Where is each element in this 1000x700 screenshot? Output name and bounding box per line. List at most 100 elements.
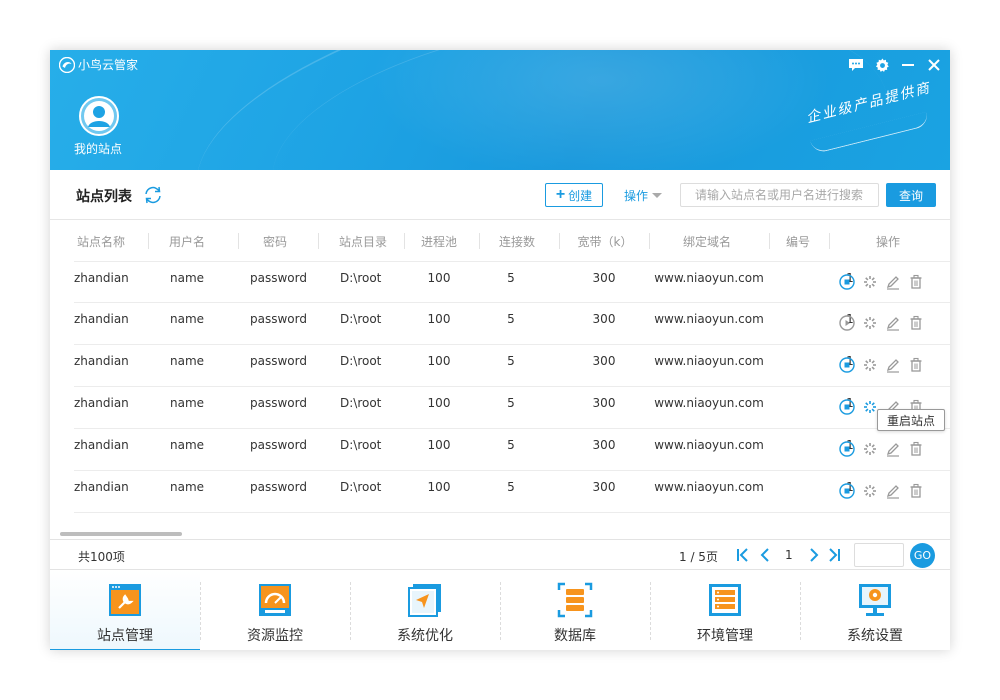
row-actions [839, 357, 924, 373]
prev-page-icon[interactable] [758, 547, 772, 563]
cell-domain: www.niaoyun.com [654, 438, 764, 452]
page-info: 1 / 5页 [679, 550, 718, 564]
create-button-label: 创建 [568, 188, 593, 203]
cell-conn: 5 [507, 480, 515, 494]
restart-icon[interactable] [862, 357, 878, 373]
gear-icon[interactable] [872, 56, 892, 74]
chat-icon[interactable] [846, 56, 866, 74]
nav-label: 数据库 [554, 628, 596, 644]
cell-pool: 100 [427, 271, 451, 285]
cell-site: zhandian [74, 271, 129, 285]
column-header: 站点目录 [338, 235, 387, 249]
cell-bw: 300 [592, 271, 616, 285]
table-row[interactable]: zhandian name password D:\root 100 5 300 www.ni… [74, 261, 950, 303]
restart-icon[interactable] [862, 274, 878, 290]
column-header: 站点名称 [76, 235, 125, 249]
nav-item-env-manage[interactable]: 环境管理 [650, 570, 800, 650]
nav-item-site-manage[interactable]: 站点管理 [50, 570, 200, 650]
avatar[interactable] [79, 96, 119, 136]
plus-icon: + [555, 186, 566, 203]
cell-user: name [170, 312, 205, 326]
first-page-icon[interactable] [736, 547, 750, 563]
cell-bw: 300 [592, 396, 616, 410]
nav-item-system-optimize[interactable]: 系统优化 [350, 570, 500, 650]
stop-icon[interactable] [839, 483, 855, 499]
column-header: 编号 [785, 235, 810, 249]
stop-icon[interactable] [839, 274, 855, 290]
cell-user: name [170, 271, 205, 285]
stop-icon[interactable] [839, 357, 855, 373]
cell-conn: 5 [507, 354, 515, 368]
row-actions [839, 274, 924, 290]
cell-site: zhandian [74, 438, 129, 452]
create-button[interactable]: + 创建 [545, 183, 603, 207]
restart-icon[interactable] [862, 399, 878, 415]
table-row[interactable]: zhandian name password D:\root 100 5 300 www.ni… [74, 345, 950, 387]
refresh-icon[interactable] [142, 184, 164, 206]
row-actions [839, 483, 924, 499]
table-row[interactable]: zhandian name password D:\root 100 5 300 www.ni… [74, 303, 950, 345]
horizontal-scrollbar[interactable] [60, 532, 182, 536]
site-manage-icon [109, 584, 141, 616]
cell-conn: 5 [507, 271, 515, 285]
row-actions [839, 441, 924, 457]
nav-item-resource-monitor[interactable]: 资源监控 [200, 570, 350, 650]
stop-icon[interactable] [839, 441, 855, 457]
table-row[interactable]: zhandian name password D:\root 100 5 300 www.ni… [74, 471, 950, 513]
table-row[interactable]: zhandian name password D:\root 100 5 300 www.ni… [74, 387, 950, 429]
go-button[interactable]: GO [910, 543, 935, 568]
edit-icon[interactable] [885, 483, 901, 499]
app-window: 小鸟云管家 我的站点 企业级产品提供商 站点列表 + 创建 操作 请输入站点名或… [50, 50, 950, 650]
restart-icon[interactable] [862, 483, 878, 499]
delete-icon[interactable] [908, 483, 924, 499]
next-page-icon[interactable] [807, 547, 821, 563]
total-count: 共100项 [78, 550, 125, 564]
cell-dir: D:\root [340, 312, 382, 326]
cell-password: password [250, 480, 307, 494]
play-icon[interactable] [839, 315, 855, 331]
nav-label: 资源监控 [247, 628, 303, 644]
cell-user: name [170, 438, 205, 452]
cell-domain: www.niaoyun.com [654, 480, 764, 494]
delete-icon[interactable] [908, 274, 924, 290]
cell-site: zhandian [74, 312, 129, 326]
operations-dropdown-label: 操作 [624, 189, 649, 203]
system-optimize-icon [408, 584, 441, 617]
cell-bw: 300 [592, 438, 616, 452]
system-settings-icon [859, 584, 891, 616]
cell-pool: 100 [427, 396, 451, 410]
restart-icon[interactable] [862, 315, 878, 331]
cell-dir: D:\root [340, 396, 382, 410]
cell-pool: 100 [427, 438, 451, 452]
goto-page-input[interactable] [854, 543, 904, 567]
cell-site: zhandian [74, 480, 129, 494]
cell-bw: 300 [592, 480, 616, 494]
restart-icon[interactable] [862, 441, 878, 457]
my-sites-label[interactable]: 我的站点 [74, 140, 122, 157]
operations-dropdown[interactable]: 操作 [624, 187, 663, 204]
nav-item-database[interactable]: 数据库 [500, 570, 650, 650]
delete-icon[interactable] [908, 441, 924, 457]
delete-icon[interactable] [908, 357, 924, 373]
site-table: 站点名称 用户名 密码 站点目录 进程池 连接数 宽带（k） 绑定域名 编号 操… [50, 221, 950, 539]
last-page-icon[interactable] [827, 547, 841, 563]
delete-icon[interactable] [908, 315, 924, 331]
close-icon[interactable] [924, 56, 944, 74]
search-button[interactable]: 查询 [886, 183, 936, 207]
search-input[interactable] [680, 183, 879, 207]
cell-dir: D:\root [340, 480, 382, 494]
minimize-icon[interactable] [898, 56, 918, 74]
edit-icon[interactable] [885, 315, 901, 331]
env-manage-icon [709, 584, 741, 616]
restart-tooltip: 重启站点 [877, 409, 945, 431]
cell-dir: D:\root [340, 271, 382, 285]
nav-item-system-settings[interactable]: 系统设置 [800, 570, 950, 650]
table-row[interactable]: zhandian name password D:\root 100 5 300 www.ni… [74, 429, 950, 471]
app-logo-icon [59, 57, 75, 73]
stop-icon[interactable] [839, 399, 855, 415]
edit-icon[interactable] [885, 357, 901, 373]
column-header: 宽带（k） [577, 235, 633, 249]
cell-site: zhandian [74, 396, 129, 410]
edit-icon[interactable] [885, 274, 901, 290]
edit-icon[interactable] [885, 441, 901, 457]
